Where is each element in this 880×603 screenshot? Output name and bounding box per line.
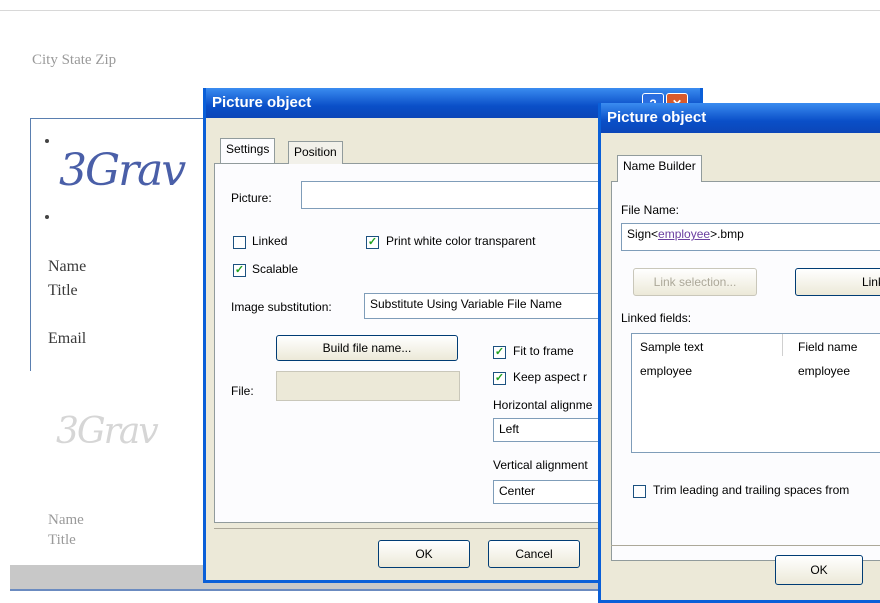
card1-name: Name: [48, 258, 87, 275]
dialog2-titlebar[interactable]: Picture object: [601, 103, 880, 133]
linked-fields-list[interactable]: Sample text Field name employee employee: [631, 333, 880, 453]
build-file-name-button[interactable]: Build file name...: [276, 335, 458, 361]
vertical-alignment-label: Vertical alignment: [493, 458, 588, 472]
file-name-suffix: >.bmp: [710, 227, 744, 241]
horizontal-alignment-label: Horizontal alignme: [493, 398, 593, 412]
column-divider: [782, 334, 783, 356]
picture-label: Picture:: [231, 191, 272, 205]
tab-position[interactable]: Position: [288, 141, 343, 164]
link-all-button[interactable]: Link a: [795, 268, 880, 296]
tab-name-builder[interactable]: Name Builder: [617, 155, 702, 182]
divider: [611, 545, 880, 546]
city-state-zip: City State Zip: [32, 52, 117, 68]
card1-email: Email: [48, 330, 87, 347]
linked-fields-label: Linked fields:: [621, 311, 692, 325]
vertical-alignment-select[interactable]: Center: [493, 480, 613, 504]
table-row-sample[interactable]: employee: [640, 364, 692, 378]
cancel-button[interactable]: Cancel: [488, 540, 580, 568]
file-input[interactable]: [276, 371, 460, 401]
fit-to-frame-label: Fit to frame: [513, 344, 574, 358]
top-divider: [0, 10, 880, 11]
trim-spaces-checkbox[interactable]: [633, 485, 646, 498]
column-header-field-name[interactable]: Field name: [798, 340, 857, 354]
card1-title: Title: [48, 282, 78, 299]
tab-settings[interactable]: Settings: [220, 138, 276, 163]
keep-aspect-label: Keep aspect r: [513, 370, 588, 384]
image-substitution-select[interactable]: Substitute Using Variable File Name: [364, 293, 614, 319]
resize-handle[interactable]: [45, 215, 49, 219]
link-selection-button[interactable]: Link selection...: [633, 268, 757, 296]
scalable-label: Scalable: [252, 262, 299, 276]
card2-title: Title: [48, 532, 76, 548]
print-white-checkbox[interactable]: ✓: [366, 236, 379, 249]
image-substitution-label: Image substitution:: [231, 300, 332, 314]
dialog-title: Picture object: [212, 94, 312, 111]
horizontal-alignment-select[interactable]: Left: [493, 418, 613, 442]
dialog2-title: Picture object: [607, 109, 707, 126]
picture-input[interactable]: [301, 181, 631, 209]
print-white-label: Print white color transparent: [386, 234, 536, 248]
file-name-field-token[interactable]: employee: [658, 227, 710, 241]
file-name-label: File Name:: [621, 203, 680, 217]
ok-button-2[interactable]: OK: [775, 555, 863, 585]
ok-button[interactable]: OK: [378, 540, 470, 568]
table-row-field[interactable]: employee: [798, 364, 850, 378]
resize-handle[interactable]: [45, 139, 49, 143]
file-name-prefix: Sign<: [627, 227, 659, 241]
linked-label: Linked: [252, 234, 288, 248]
file-name-input[interactable]: Sign<employee>.bmp: [621, 223, 880, 251]
fit-to-frame-checkbox[interactable]: ✓: [493, 346, 506, 359]
keep-aspect-checkbox[interactable]: ✓: [493, 372, 506, 385]
name-builder-dialog[interactable]: Picture object Name Builder File Name: S…: [598, 103, 880, 603]
signature-image-faded: 3Grav: [56, 411, 159, 452]
column-header-sample-text[interactable]: Sample text: [640, 340, 703, 354]
trim-spaces-label: Trim leading and trailing spaces from: [653, 483, 850, 497]
card2-name: Name: [48, 512, 84, 528]
scalable-checkbox[interactable]: ✓: [233, 264, 246, 277]
file-label: File:: [231, 384, 254, 398]
signature-image[interactable]: 3Grav: [59, 145, 186, 196]
linked-checkbox[interactable]: [233, 236, 246, 249]
